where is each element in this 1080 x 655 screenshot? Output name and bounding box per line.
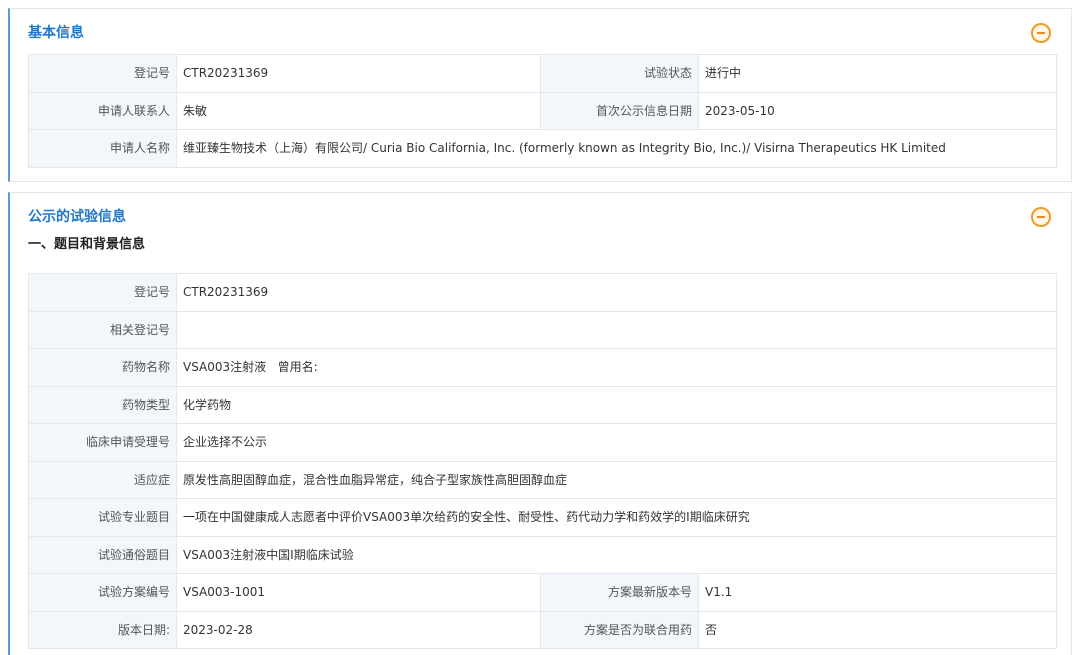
latest-version-label: 方案最新版本号 xyxy=(540,573,699,612)
trial-info-panel: 公示的试验信息 一、题目和背景信息 登记号 CTR20231369 相关登记号 … xyxy=(8,192,1072,655)
table-row: 申请人联系人 朱敏 首次公示信息日期 2023-05-10 xyxy=(28,91,1057,130)
basic-info-table: 登记号 CTR20231369 试验状态 进行中 申请人联系人 朱敏 首次公示信… xyxy=(28,54,1057,168)
pro-title-value: 一项在中国健康成人志愿者中评价VSA003单次给药的安全性、耐受性、药代动力学和… xyxy=(175,498,1058,537)
combo-drug-value: 否 xyxy=(697,610,1058,649)
trial-status-label: 试验状态 xyxy=(540,54,699,93)
minus-circle-icon[interactable] xyxy=(1031,23,1051,43)
related-reg-value xyxy=(175,310,1058,349)
section-title: 一、题目和背景信息 xyxy=(28,237,146,252)
related-reg-label: 相关登记号 xyxy=(28,310,177,349)
applicant-name-label: 申请人名称 xyxy=(28,129,177,168)
drug-name-value: VSA003注射液 曾用名: xyxy=(175,348,1058,387)
table-row: 登记号 CTR20231369 xyxy=(28,273,1058,312)
drug-type-label: 药物类型 xyxy=(28,385,177,424)
trial-info-title: 公示的试验信息 xyxy=(28,209,126,225)
popular-title-label: 试验通俗题目 xyxy=(28,535,177,574)
first-pub-date-label: 首次公示信息日期 xyxy=(540,91,699,130)
pro-title-label: 试验专业题目 xyxy=(28,498,177,537)
clinical-no-value: 企业选择不公示 xyxy=(175,423,1058,462)
table-row: 药物类型 化学药物 xyxy=(28,385,1058,424)
basic-info-panel: 基本信息 登记号 CTR20231369 试验状态 进行中 申请人联系人 朱敏 … xyxy=(8,8,1072,182)
table-row: 版本日期: 2023-02-28 方案是否为联合用药 否 xyxy=(28,610,1058,649)
table-row: 试验通俗题目 VSA003注射液中国I期临床试验 xyxy=(28,535,1058,574)
latest-version-value: V1.1 xyxy=(697,573,1058,612)
version-date-label: 版本日期: xyxy=(28,610,177,649)
table-row: 相关登记号 xyxy=(28,310,1058,349)
indication-value: 原发性高胆固醇血症，混合性血脂异常症，纯合子型家族性高胆固醇血症 xyxy=(175,460,1058,499)
trial-info-table: 登记号 CTR20231369 相关登记号 药物名称 VSA003注射液 曾用名… xyxy=(28,273,1058,649)
table-row: 药物名称 VSA003注射液 曾用名: xyxy=(28,348,1058,387)
table-row: 登记号 CTR20231369 试验状态 进行中 xyxy=(28,54,1057,93)
contact-label: 申请人联系人 xyxy=(28,91,177,130)
table-row: 试验专业题目 一项在中国健康成人志愿者中评价VSA003单次给药的安全性、耐受性… xyxy=(28,498,1058,537)
drug-name-label: 药物名称 xyxy=(28,348,177,387)
trial-status-value: 进行中 xyxy=(698,54,1057,93)
table-row: 申请人名称 维亚臻生物技术（上海）有限公司/ Curia Bio Califor… xyxy=(28,129,1057,168)
table-row: 适应症 原发性高胆固醇血症，混合性血脂异常症，纯合子型家族性高胆固醇血症 xyxy=(28,460,1058,499)
drug-type-value: 化学药物 xyxy=(175,385,1058,424)
reg-no-value: CTR20231369 xyxy=(176,54,541,93)
contact-value: 朱敏 xyxy=(176,91,541,130)
first-pub-date-value: 2023-05-10 xyxy=(698,91,1057,130)
basic-info-title: 基本信息 xyxy=(28,25,84,41)
reg-no-label: 登记号 xyxy=(28,54,177,93)
reg-no-label: 登记号 xyxy=(28,273,177,312)
indication-label: 适应症 xyxy=(28,460,177,499)
combo-drug-label: 方案是否为联合用药 xyxy=(540,610,699,649)
table-row: 试验方案编号 VSA003-1001 方案最新版本号 V1.1 xyxy=(28,573,1058,612)
minus-circle-icon[interactable] xyxy=(1031,207,1051,227)
clinical-no-label: 临床申请受理号 xyxy=(28,423,177,462)
popular-title-value: VSA003注射液中国I期临床试验 xyxy=(175,535,1058,574)
reg-no-value: CTR20231369 xyxy=(175,273,1058,312)
applicant-name-value: 维亚臻生物技术（上海）有限公司/ Curia Bio California, I… xyxy=(176,129,1057,168)
table-row: 临床申请受理号 企业选择不公示 xyxy=(28,423,1058,462)
protocol-no-label: 试验方案编号 xyxy=(28,573,177,612)
version-date-value: 2023-02-28 xyxy=(176,610,541,649)
protocol-no-value: VSA003-1001 xyxy=(176,573,541,612)
